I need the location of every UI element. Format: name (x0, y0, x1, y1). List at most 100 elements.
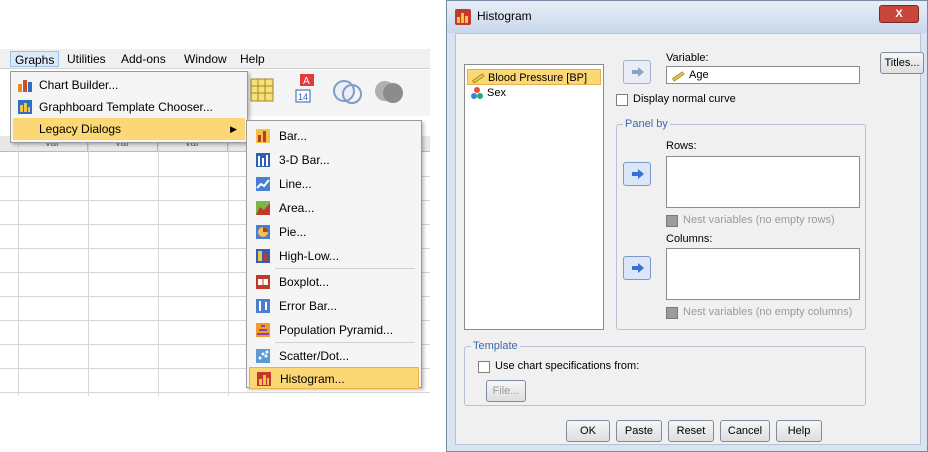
move-columns-button[interactable] (623, 256, 651, 280)
menu-graphs[interactable]: Graphs (10, 51, 60, 67)
menu-item-label: Bar... (279, 129, 308, 143)
titles-button[interactable]: Titles... (880, 52, 924, 74)
template-legend: Template (471, 340, 520, 352)
ok-button[interactable]: OK (566, 420, 610, 442)
move-variable-button[interactable] (623, 60, 651, 84)
source-variable-list[interactable]: Blood Pressure [BP] Sex (464, 64, 604, 330)
menu-item-chart-builder[interactable]: Chart Builder... (13, 74, 245, 96)
chart-builder-icon (18, 80, 32, 92)
menu-item-bar[interactable]: Bar... (249, 125, 419, 147)
menu-item-scatter-dot[interactable]: Scatter/Dot... (249, 345, 419, 367)
menu-item-label: Boxplot... (279, 275, 330, 289)
menu-item-graphboard[interactable]: Graphboard Template Chooser... (13, 96, 245, 118)
menu-utilities[interactable]: Utilities (63, 51, 110, 67)
menu-item-high-low[interactable]: High-Low... (249, 245, 419, 267)
table-icon[interactable] (250, 78, 274, 102)
dialog-title: Histogram (477, 9, 532, 23)
help-button[interactable]: Help (776, 420, 822, 442)
menu-item-boxplot[interactable]: Boxplot... (249, 271, 419, 293)
menu-item-label: 3-D Bar... (279, 153, 330, 167)
menu-item-label: Area... (279, 201, 315, 215)
display-normal-curve-checkbox[interactable] (616, 94, 628, 106)
menu-help[interactable]: Help (236, 51, 269, 67)
columns-label: Columns: (666, 233, 713, 245)
list-item[interactable]: Blood Pressure [BP] (467, 69, 601, 85)
panel-by-legend: Panel by (623, 118, 670, 130)
toolbar: A 14 (246, 70, 430, 116)
menu-add-ons[interactable]: Add-ons (117, 51, 170, 67)
pie-chart-icon (256, 225, 270, 239)
menu-item-line[interactable]: Line... (249, 173, 419, 195)
dialog-titlebar[interactable]: Histogram X (447, 1, 927, 33)
menu-item-label: Error Bar... (279, 299, 338, 313)
arrow-right-icon (632, 67, 644, 77)
scatter-icon (256, 349, 270, 363)
menu-item-pie[interactable]: Pie... (249, 221, 419, 243)
bar-chart-icon (256, 129, 270, 143)
dialog-body: Blood Pressure [BP] Sex Variable: Age Ti… (455, 33, 924, 445)
legacy-dialogs-submenu: Bar... 3-D Bar... Line... Area... Pie...… (246, 120, 422, 389)
nest-rows-checkbox[interactable] (666, 215, 678, 227)
arrow-right-icon (632, 263, 644, 273)
graphboard-icon (18, 100, 32, 114)
value-labels-icon[interactable]: A 14 (294, 74, 318, 104)
line-chart-icon (256, 177, 270, 191)
close-button[interactable]: X (879, 5, 919, 23)
rows-field[interactable] (666, 156, 860, 208)
variable-field[interactable]: Age (666, 66, 860, 84)
scale-variable-icon (472, 73, 485, 84)
menu-item-3d-bar[interactable]: 3-D Bar... (249, 149, 419, 171)
variable-label: Variable: (666, 52, 709, 64)
use-sets-icon[interactable] (330, 76, 364, 106)
menu-separator (275, 342, 415, 343)
svg-text:A: A (303, 76, 310, 87)
grid-line (88, 136, 89, 396)
cancel-button[interactable]: Cancel (720, 420, 770, 442)
menu-item-population-pyramid[interactable]: Population Pyramid... (249, 319, 419, 341)
area-chart-icon (256, 201, 270, 215)
menu-item-label: Graphboard Template Chooser... (39, 100, 213, 114)
menu-item-area[interactable]: Area... (249, 197, 419, 219)
menu-separator (275, 268, 415, 269)
nest-rows-label: Nest variables (no empty rows) (683, 214, 835, 226)
grid-line (228, 136, 229, 396)
variable-label: Blood Pressure [BP] (488, 72, 588, 84)
use-chart-spec-label: Use chart specifications from: (495, 360, 640, 372)
paste-button[interactable]: Paste (616, 420, 662, 442)
3d-bar-icon (256, 153, 270, 167)
variable-value: Age (689, 69, 709, 81)
menu-window[interactable]: Window (180, 51, 231, 67)
menu-item-histogram[interactable]: Histogram... (249, 367, 419, 389)
menu-item-label: Histogram... (280, 372, 345, 386)
menu-item-label: Line... (279, 177, 312, 191)
scale-variable-icon (672, 71, 685, 82)
histogram-icon (257, 372, 271, 386)
rows-label: Rows: (666, 140, 697, 152)
menu-item-error-bar[interactable]: Error Bar... (249, 295, 419, 317)
nominal-variable-icon (471, 87, 483, 99)
nest-columns-checkbox[interactable] (666, 307, 678, 319)
menu-item-label: Legacy Dialogs (39, 122, 122, 136)
menu-item-label: High-Low... (279, 249, 340, 263)
menu-item-legacy-dialogs[interactable]: Legacy Dialogs ▶ (13, 118, 245, 140)
boxplot-icon (256, 275, 270, 289)
spss-data-editor: Graphs Utilities Add-ons Window Help A 1… (0, 44, 430, 396)
high-low-icon (256, 249, 270, 263)
move-rows-button[interactable] (623, 162, 651, 186)
variable-label: Sex (487, 87, 506, 99)
grid-line (0, 392, 430, 393)
list-item[interactable]: Sex (467, 85, 601, 101)
svg-text:14: 14 (298, 92, 308, 102)
submenu-arrow-icon: ▶ (230, 124, 237, 134)
grid-line (18, 136, 19, 396)
menu-item-label: Scatter/Dot... (279, 349, 350, 363)
columns-field[interactable] (666, 248, 860, 300)
graphs-menu: Chart Builder... Graphboard Template Cho… (10, 71, 248, 143)
use-chart-spec-checkbox[interactable] (478, 361, 490, 373)
show-all-variables-icon[interactable] (372, 76, 406, 106)
reset-button[interactable]: Reset (668, 420, 714, 442)
arrow-right-icon (632, 169, 644, 179)
menubar: Graphs Utilities Add-ons Window Help (0, 49, 430, 69)
menu-item-label: Pie... (279, 225, 307, 239)
file-button[interactable]: File... (486, 380, 526, 402)
